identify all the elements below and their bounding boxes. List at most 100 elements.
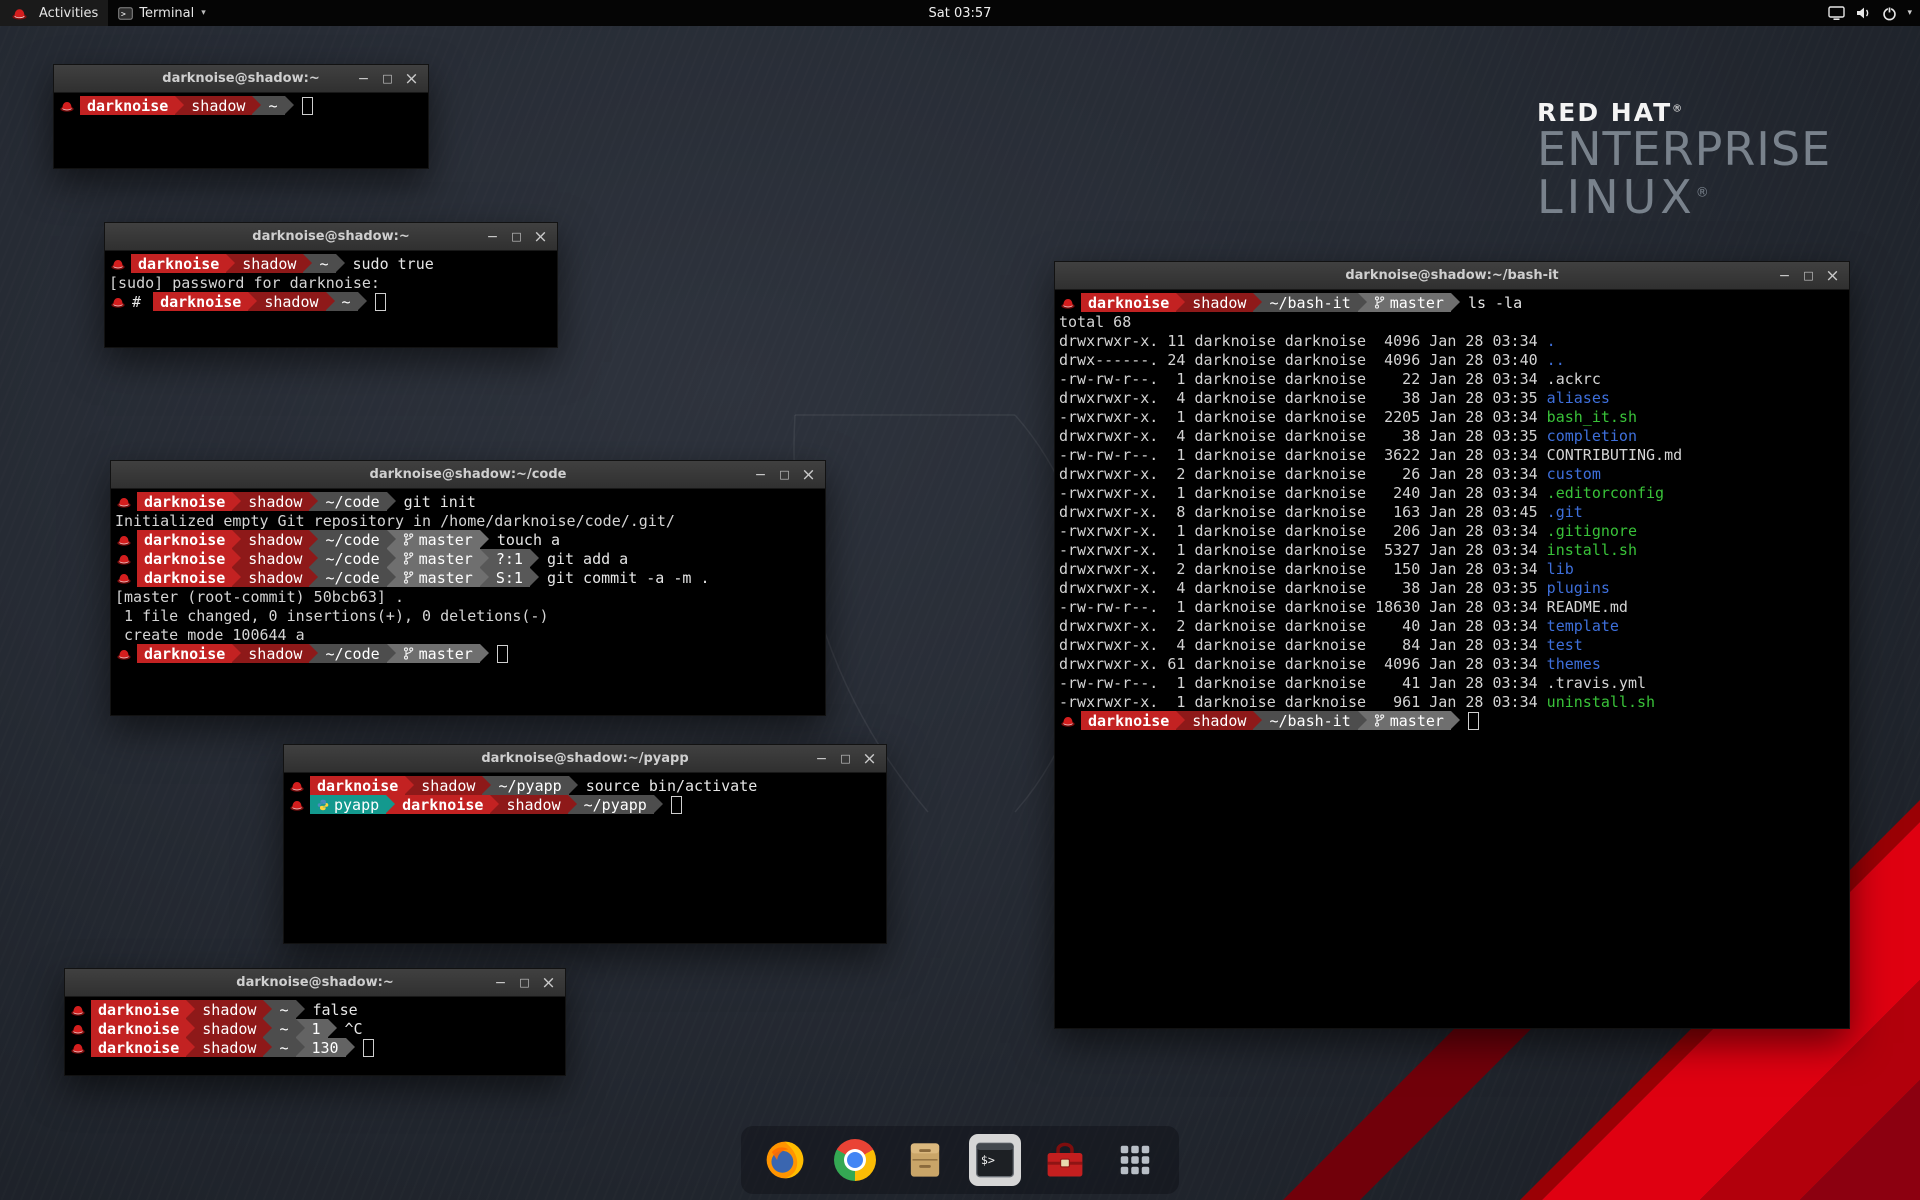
app-menu-terminal[interactable]: > Terminal ▾ — [108, 0, 215, 26]
output-line: Initialized empty Git repository in /hom… — [115, 511, 821, 530]
output-text: drwxrwxr-x. 2 darknoise darknoise 150 Ja… — [1059, 560, 1547, 578]
app-grid-icon[interactable] — [1109, 1134, 1161, 1186]
output-text: drwxrwxr-x. 8 darknoise darknoise 163 Ja… — [1059, 503, 1547, 521]
output-line: drwxrwxr-x. 4 darknoise darknoise 84 Jan… — [1059, 635, 1845, 654]
close-button[interactable]: × — [538, 972, 559, 993]
clock[interactable]: Sat 03:57 — [929, 0, 992, 26]
powerline-separator-icon — [303, 254, 312, 273]
titlebar[interactable]: darknoise@shadow:~ −□× — [54, 65, 428, 93]
volume-icon[interactable] — [1855, 6, 1872, 20]
prompt-segment-path: ~ — [335, 292, 358, 311]
prompt-segment-path: ~ — [312, 254, 335, 273]
prompt-segment-path: ~ — [272, 1000, 295, 1019]
prompt-segment-git: master — [396, 644, 480, 663]
files-icon[interactable] — [899, 1134, 951, 1186]
powerline-separator-icon — [248, 292, 257, 311]
powerline-separator-icon — [358, 292, 367, 311]
close-button[interactable]: × — [1822, 265, 1843, 286]
close-button[interactable]: × — [530, 226, 551, 247]
command-text: git commit -a -m . — [547, 569, 710, 587]
titlebar[interactable]: darknoise@shadow:~/bash-it −□× — [1055, 262, 1849, 290]
minimize-button[interactable]: − — [490, 972, 511, 993]
close-button[interactable]: × — [859, 748, 880, 769]
dock: $> — [741, 1126, 1179, 1194]
display-icon[interactable] — [1828, 6, 1845, 21]
maximize-button[interactable]: □ — [506, 226, 527, 247]
redhat-icon — [111, 296, 125, 308]
minimize-button[interactable]: − — [811, 748, 832, 769]
svg-text:$>: $> — [981, 1153, 995, 1167]
terminal-icon[interactable]: $> — [969, 1134, 1021, 1186]
powerline-separator-icon — [1451, 293, 1460, 312]
maximize-button[interactable]: □ — [774, 464, 795, 485]
terminal-content[interactable]: darknoiseshadow~ — [54, 93, 428, 168]
output-text: [sudo] password for darknoise: — [109, 274, 380, 292]
maximize-button[interactable]: □ — [1798, 265, 1819, 286]
terminal-content[interactable]: darknoiseshadow~sudo true[sudo] password… — [105, 251, 557, 347]
redhat-icon — [290, 799, 304, 811]
output-line: drwx------. 24 darknoise darknoise 4096 … — [1059, 350, 1845, 369]
prompt-segment-user: darknoise — [137, 530, 232, 549]
directory-name: test — [1547, 636, 1583, 654]
output-text: -rwxrwxr-x. 1 darknoise darknoise 206 Ja… — [1059, 522, 1547, 540]
titlebar[interactable]: darknoise@shadow:~ −□× — [65, 969, 565, 997]
powerline-separator-icon — [175, 96, 184, 115]
output-text: drwxrwxr-x. 4 darknoise darknoise 38 Jan… — [1059, 579, 1547, 597]
chrome-icon[interactable] — [829, 1134, 881, 1186]
power-icon[interactable] — [1882, 6, 1897, 21]
terminal-content[interactable]: darknoiseshadow~/bash-itmasterls -latota… — [1055, 290, 1849, 1028]
maximize-button[interactable]: □ — [835, 748, 856, 769]
firefox-icon[interactable] — [759, 1134, 811, 1186]
powerline-separator-icon — [328, 1019, 337, 1038]
maximize-button[interactable]: □ — [377, 68, 398, 89]
git-branch-icon — [403, 552, 414, 565]
output-line: -rwxrwxr-x. 1 darknoise darknoise 206 Ja… — [1059, 521, 1845, 540]
terminal-window-sudo: darknoise@shadow:~ −□× darknoiseshadow~s… — [104, 222, 558, 348]
minimize-button[interactable]: − — [482, 226, 503, 247]
terminal-content[interactable]: darknoiseshadow~/pyappsource bin/activat… — [284, 773, 886, 943]
prompt-line: darknoiseshadow~/codemaster — [115, 644, 821, 663]
output-line: -rwxrwxr-x. 1 darknoise darknoise 2205 J… — [1059, 407, 1845, 426]
prompt-segment-user: darknoise — [137, 568, 232, 587]
powerline-separator-icon — [252, 96, 261, 115]
prompt-segment-path: ~/code — [318, 530, 386, 549]
powerline-separator-icon — [480, 644, 489, 663]
powerline-separator-icon — [232, 644, 241, 663]
directory-name: lib — [1547, 560, 1574, 578]
titlebar[interactable]: darknoise@shadow:~ −□× — [105, 223, 557, 251]
terminal-content[interactable]: darknoiseshadow~/codegit initInitialized… — [111, 489, 825, 715]
terminal-content[interactable]: darknoiseshadow~falsedarknoiseshadow~1^C… — [65, 997, 565, 1075]
minimize-button[interactable]: − — [1774, 265, 1795, 286]
terminal-app-icon: > — [118, 7, 133, 20]
powerline-separator-icon — [387, 530, 396, 549]
window-title: darknoise@shadow:~/bash-it — [1345, 268, 1558, 283]
chevron-down-icon[interactable]: ▾ — [1907, 8, 1912, 18]
titlebar[interactable]: darknoise@shadow:~/code −□× — [111, 461, 825, 489]
redhat-icon — [71, 1004, 85, 1016]
activities-button[interactable]: Activities — [0, 0, 108, 26]
minimize-button[interactable]: − — [353, 68, 374, 89]
prompt-segment-git: master — [1367, 711, 1451, 730]
redhat-icon — [117, 553, 131, 565]
minimize-button[interactable]: − — [750, 464, 771, 485]
powerline-separator-icon — [480, 549, 489, 568]
python-icon — [317, 799, 329, 811]
prompt-segment-user: darknoise — [137, 492, 232, 511]
powerline-separator-icon — [569, 776, 578, 795]
powerline-separator-icon — [405, 776, 414, 795]
output-text: -rwxrwxr-x. 1 darknoise darknoise 5327 J… — [1059, 541, 1547, 559]
close-button[interactable]: × — [798, 464, 819, 485]
powerline-separator-icon — [263, 1038, 272, 1057]
powerline-separator-icon — [296, 1038, 305, 1057]
output-line: [sudo] password for darknoise: — [109, 273, 553, 292]
output-line: -rw-rw-r--. 1 darknoise darknoise 18630 … — [1059, 597, 1845, 616]
output-line: -rwxrwxr-x. 1 darknoise darknoise 240 Ja… — [1059, 483, 1845, 502]
prompt-segment-path: ~/code — [318, 644, 386, 663]
output-line: drwxrwxr-x. 4 darknoise darknoise 38 Jan… — [1059, 388, 1845, 407]
prompt-segment-git: master — [1367, 293, 1451, 312]
toolbox-icon[interactable] — [1039, 1134, 1091, 1186]
maximize-button[interactable]: □ — [514, 972, 535, 993]
titlebar[interactable]: darknoise@shadow:~/pyapp −□× — [284, 745, 886, 773]
close-button[interactable]: × — [401, 68, 422, 89]
terminal-cursor — [671, 796, 682, 814]
